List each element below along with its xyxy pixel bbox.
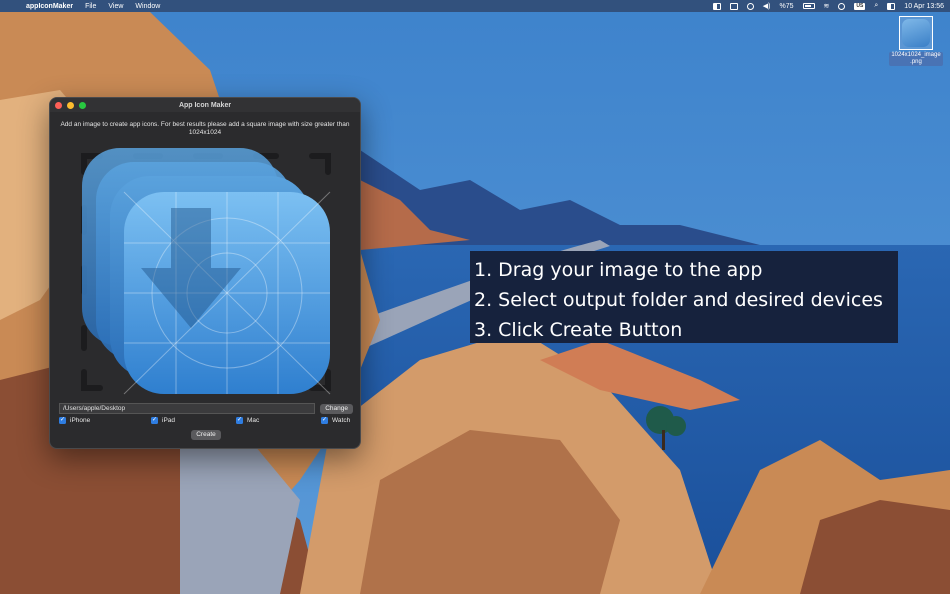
menu-bar: appIconMaker File View Window ◀) %75 ≋ U… xyxy=(0,0,950,12)
device-watch[interactable]: ✓ Watch xyxy=(321,417,350,424)
volume-icon[interactable]: ◀) xyxy=(763,2,771,10)
file-name-label: 1024x1024_image .png xyxy=(889,52,943,66)
ipad-label: iPad xyxy=(162,417,176,424)
image-file-icon xyxy=(902,19,930,47)
create-button[interactable]: Create xyxy=(191,430,221,440)
step-1-text: 1. Drag your image to the app xyxy=(474,259,763,281)
device-selection-row: ✓ iPhone ✓ iPad ✓ Mac ✓ Watch xyxy=(59,417,353,427)
output-folder-row: /Users/apple/Desktop Change xyxy=(59,403,353,414)
mac-label: Mac xyxy=(247,417,260,424)
battery-percent: %75 xyxy=(779,2,794,10)
file-thumbnail xyxy=(899,16,933,50)
menu-clock[interactable]: 10 Apr 13:56 xyxy=(904,3,944,10)
menu-view[interactable]: View xyxy=(108,3,123,10)
watch-label: Watch xyxy=(332,417,351,424)
image-drop-zone[interactable] xyxy=(76,148,336,396)
menu-window[interactable]: Window xyxy=(135,3,160,10)
app-icon-maker-window: App Icon Maker Add an image to create ap… xyxy=(49,97,361,449)
display-status-icon[interactable] xyxy=(729,2,738,10)
sidebar-status-icon[interactable] xyxy=(712,2,721,10)
device-iphone[interactable]: ✓ iPhone xyxy=(59,417,90,424)
desktop-file-icon[interactable]: 1024x1024_image .png xyxy=(884,16,948,66)
watch-checkbox[interactable]: ✓ xyxy=(321,417,328,424)
step-3-text: 3. Click Create Button xyxy=(474,319,683,341)
window-title: App Icon Maker xyxy=(178,101,232,109)
iphone-label: iPhone xyxy=(70,417,91,424)
device-ipad[interactable]: ✓ iPad xyxy=(151,417,175,424)
control-center-icon[interactable] xyxy=(887,2,896,10)
iphone-checkbox[interactable]: ✓ xyxy=(59,417,66,424)
menu-file[interactable]: File xyxy=(85,3,96,10)
change-folder-button[interactable]: Change xyxy=(320,403,353,414)
instructions-text: Add an image to create app icons. For be… xyxy=(60,121,350,136)
battery-icon[interactable] xyxy=(802,3,815,9)
menu-app-name[interactable]: appIconMaker xyxy=(26,3,73,10)
wifi-icon[interactable]: ≋ xyxy=(824,2,830,10)
mac-checkbox[interactable]: ✓ xyxy=(236,417,243,424)
output-path-field[interactable]: /Users/apple/Desktop xyxy=(59,403,316,414)
time-machine-icon[interactable] xyxy=(746,2,754,10)
device-mac[interactable]: ✓ Mac xyxy=(236,417,259,424)
ipad-checkbox[interactable]: ✓ xyxy=(151,417,158,424)
instructions-overlay: 1. Drag your image to the app 2. Select … xyxy=(470,251,898,343)
user-account-icon[interactable] xyxy=(838,2,846,10)
step-2-text: 2. Select output folder and desired devi… xyxy=(474,289,883,311)
input-source-icon[interactable]: US xyxy=(854,2,866,10)
window-titlebar[interactable]: App Icon Maker xyxy=(50,98,360,112)
spotlight-search-icon[interactable]: ⌕ xyxy=(874,2,878,10)
